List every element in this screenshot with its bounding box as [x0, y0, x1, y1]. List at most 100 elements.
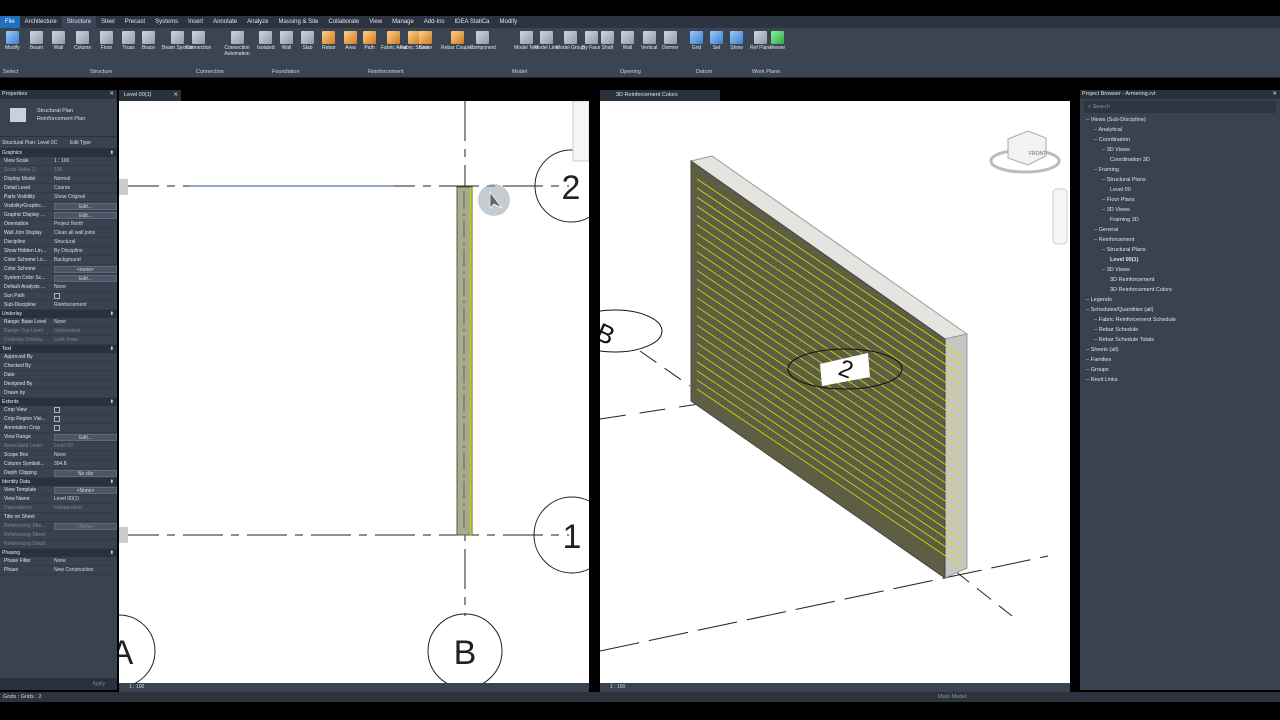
tool-column[interactable]: Column [74, 31, 91, 51]
property-value[interactable]: 100 [52, 166, 117, 174]
view-control-bar[interactable]: 1 : 100 [119, 683, 589, 692]
view-scale[interactable]: 1 : 100 [600, 684, 625, 690]
type-selector[interactable]: Structural Plan Reinforcement Plan [0, 99, 117, 137]
property-value[interactable] [52, 415, 117, 423]
panel-model[interactable]: Model [512, 69, 527, 75]
tool-slab[interactable]: Slab [301, 31, 314, 51]
panel-opening[interactable]: Opening [620, 69, 641, 75]
value-button[interactable]: No clip [54, 470, 117, 477]
tool-floor[interactable]: Floor [100, 31, 113, 51]
browser-item[interactable]: Framing 3D [1080, 215, 1280, 225]
browser-item[interactable]: − Reinforcement [1080, 235, 1280, 245]
close-icon[interactable]: ✕ [1272, 90, 1277, 99]
property-value[interactable]: Level 00 [52, 442, 117, 450]
tool-brace[interactable]: Brace [142, 31, 155, 51]
browser-item[interactable]: − 3D Views [1080, 145, 1280, 155]
section-graphics[interactable]: Graphics [0, 149, 117, 157]
browser-item[interactable]: 3D Reinforcement [1080, 275, 1280, 285]
view-tab-3d[interactable]: 3D Reinforcement Colors [600, 90, 720, 101]
instance-selector[interactable]: Structural Plan: Level 0C [0, 140, 70, 146]
panel-foundation[interactable]: Foundation [272, 69, 300, 75]
tab-analyze[interactable]: Analyze [242, 16, 273, 28]
checkbox[interactable] [54, 416, 60, 422]
tool-show[interactable]: Show [730, 31, 743, 51]
panel-work-plane[interactable]: Work Plane [752, 69, 780, 75]
value-button[interactable]: <none> [54, 266, 117, 273]
browser-item[interactable]: − Sheets (all) [1080, 345, 1280, 355]
browser-item[interactable]: Level 00(1) [1080, 255, 1280, 265]
property-value[interactable]: Unbounded [52, 327, 117, 335]
tool-viewer[interactable]: Viewer [770, 31, 785, 51]
view-scale[interactable]: 1 : 100 [119, 684, 144, 690]
property-value[interactable]: Background [52, 256, 117, 264]
property-value[interactable] [52, 380, 117, 388]
tool-ref-plane[interactable]: Ref Plane [750, 31, 772, 51]
panel-select[interactable]: Select [3, 69, 18, 75]
browser-item[interactable]: − 3D Views [1080, 265, 1280, 275]
property-value[interactable]: Edit... [52, 211, 117, 219]
value-button[interactable]: Edit... [54, 275, 117, 282]
tab-collaborate[interactable]: Collaborate [324, 16, 365, 28]
browser-item[interactable]: − Schedules/Quantities (all) [1080, 305, 1280, 315]
property-value[interactable]: None [52, 318, 117, 326]
tool-truss[interactable]: Truss [122, 31, 135, 51]
property-value[interactable]: 304.8 [52, 460, 117, 468]
tool-grid[interactable]: Grid [690, 31, 703, 51]
property-value[interactable] [52, 424, 117, 432]
property-value[interactable]: Edit... [52, 433, 117, 441]
browser-item[interactable]: − Structural Plans [1080, 245, 1280, 255]
property-value[interactable]: Look down [52, 336, 117, 344]
close-icon[interactable]: ✕ [173, 90, 178, 101]
tab-systems[interactable]: Systems [150, 16, 183, 28]
checkbox[interactable] [54, 407, 60, 413]
3d-view-canvas[interactable]: 2 B FRONT [600, 101, 1070, 683]
tab-add-ins[interactable]: Add-Ins [419, 16, 450, 28]
property-value[interactable]: None [52, 451, 117, 459]
property-value[interactable]: Independent [52, 504, 117, 512]
tool-cover[interactable]: Cover [419, 31, 432, 51]
property-value[interactable]: <none> [52, 265, 117, 273]
tool-area[interactable]: Area [344, 31, 357, 51]
browser-item[interactable]: − Groups [1080, 365, 1280, 375]
tab-architecture[interactable]: Architecture [20, 16, 62, 28]
section-text[interactable]: Text [0, 345, 117, 353]
tab-structure[interactable]: Structure [61, 16, 97, 28]
tab-annotate[interactable]: Annotate [208, 16, 242, 28]
tool-rebar[interactable]: Rebar [322, 31, 336, 51]
browser-item[interactable]: − Legends [1080, 295, 1280, 305]
edit-type-button[interactable]: Edit Type [70, 140, 91, 146]
property-value[interactable]: Edit... [52, 202, 117, 210]
tool-beam[interactable]: Beam [30, 31, 43, 51]
tool-rebar-coupler[interactable]: Rebar Coupler [441, 31, 474, 51]
tool-set[interactable]: Set [710, 31, 723, 51]
tool-modify[interactable]: Modify [5, 31, 20, 51]
browser-item[interactable]: − 3D Views [1080, 205, 1280, 215]
property-value[interactable] [52, 513, 117, 521]
property-value[interactable]: <None> [52, 486, 117, 494]
property-value[interactable]: By Discipline [52, 247, 117, 255]
tool-dormer[interactable]: Dormer [662, 31, 679, 51]
browser-item[interactable]: − Families [1080, 355, 1280, 365]
panel-connection[interactable]: Connection [196, 69, 224, 75]
value-button[interactable]: <None> [54, 523, 117, 530]
property-value[interactable]: Normal [52, 175, 117, 183]
browser-item[interactable]: − Framing [1080, 165, 1280, 175]
checkbox[interactable] [54, 425, 60, 431]
tool-component[interactable]: Component [470, 31, 496, 51]
browser-item[interactable]: − Views (Sub-Discipline) [1080, 115, 1280, 125]
tool-model-group[interactable]: Model Group [556, 31, 585, 51]
browser-item[interactable]: − Floor Plans [1080, 195, 1280, 205]
tab-modify[interactable]: Modify [495, 16, 523, 28]
value-button[interactable]: Edit... [54, 203, 117, 210]
tool-connection-automation[interactable]: Connection Automation [220, 31, 254, 57]
property-value[interactable]: Clean all wall joins [52, 229, 117, 237]
property-value[interactable]: <None> [52, 522, 117, 530]
tab-precast[interactable]: Precast [120, 16, 150, 28]
close-icon[interactable]: ✕ [109, 90, 114, 99]
tab-idea-statica[interactable]: IDEA StatiCa [449, 16, 494, 28]
browser-search[interactable]: ⌕ Search [1084, 101, 1276, 113]
property-value[interactable]: None [52, 283, 117, 291]
property-value[interactable] [52, 540, 117, 548]
browser-item[interactable]: − Coordination [1080, 135, 1280, 145]
browser-item[interactable]: − Structural Plans [1080, 175, 1280, 185]
